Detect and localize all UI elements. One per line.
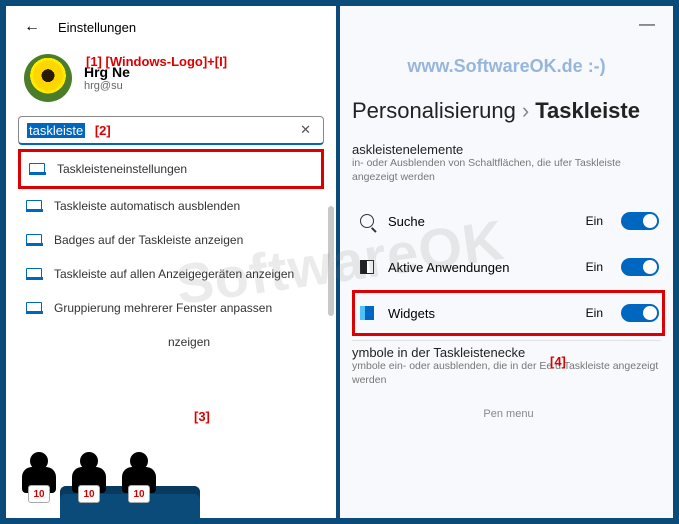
- section-corner-icons: ymbole in der Taskleistenecke ymbole ein…: [340, 345, 673, 393]
- profile-email: hrg@su: [84, 80, 130, 92]
- result-partial[interactable]: nzeigen: [18, 325, 324, 359]
- section-taskbar-items: askleistenelemente in- oder Ausblenden v…: [340, 142, 673, 190]
- breadcrumb: Personalisierung›Taskleiste: [340, 20, 673, 142]
- taskbar-icon: [29, 163, 45, 175]
- avatar: [24, 54, 72, 102]
- result-label: Taskleiste automatisch ausblenden: [54, 199, 240, 213]
- scrollbar[interactable]: [328, 206, 334, 316]
- settings-main: — www.SoftwareOK.de :-) Personalisierung…: [340, 6, 673, 518]
- result-label: Gruppierung mehrerer Fenster anpassen: [54, 301, 272, 315]
- result-grouping[interactable]: Gruppierung mehrerer Fenster anpassen: [18, 291, 324, 325]
- widgets-icon: [358, 304, 376, 322]
- toggle-state: Ein: [586, 214, 603, 228]
- taskbar-icon: [26, 268, 42, 280]
- back-arrow-icon[interactable]: ←: [24, 18, 40, 36]
- result-label: Taskleiste auf allen Anzeigegeräten anze…: [54, 267, 294, 281]
- toggle-switch[interactable]: [621, 304, 659, 322]
- section-title: askleistenelemente: [352, 142, 661, 157]
- annotation-4: [4]: [550, 354, 566, 369]
- result-label: Taskleisteneinstellungen: [57, 162, 187, 176]
- result-label: nzeigen: [168, 335, 210, 349]
- toggle-label: Widgets: [388, 306, 574, 321]
- result-badges[interactable]: Badges auf der Taskleiste anzeigen: [18, 223, 324, 257]
- taskbar-icon: [26, 200, 42, 212]
- toggle-state: Ein: [586, 260, 603, 274]
- annotation-3: [3]: [194, 409, 210, 424]
- toggle-label: Pen menu: [358, 408, 659, 420]
- divider: [352, 340, 661, 341]
- search-icon: [358, 212, 376, 230]
- toggle-label: Suche: [388, 214, 574, 229]
- watermark-url: www.SoftwareOK.de :-): [407, 56, 605, 77]
- breadcrumb-parent[interactable]: Personalisierung: [352, 98, 516, 123]
- result-taskleisteneinstellungen[interactable]: Taskleisteneinstellungen: [18, 149, 324, 189]
- toggle-row-pen: Pen menu: [352, 402, 665, 420]
- annotation-1: [1] [Windows-Logo]+[I]: [86, 54, 227, 69]
- mascot-figures: 10 10 10: [14, 452, 164, 522]
- clear-icon[interactable]: ✕: [296, 122, 315, 138]
- section-desc: in- oder Ausblenden von Schaltflächen, d…: [352, 157, 661, 184]
- section-title: ymbole in der Taskleistenecke: [352, 345, 661, 360]
- taskbar-icon: [26, 234, 42, 246]
- toggle-row-search: Suche Ein: [352, 198, 665, 244]
- result-auto-hide[interactable]: Taskleiste automatisch ausblenden: [18, 189, 324, 223]
- section-desc: ymbole ein- oder ausblenden, die in der …: [352, 360, 661, 387]
- toggle-row-widgets: Widgets Ein: [352, 290, 665, 336]
- toggle-row-apps: Aktive Anwendungen Ein: [352, 244, 665, 290]
- settings-title: Einstellungen: [58, 20, 136, 35]
- toggle-label: Aktive Anwendungen: [388, 260, 574, 275]
- toggle-switch[interactable]: [621, 212, 659, 230]
- toggle-switch[interactable]: [621, 258, 659, 276]
- settings-sidebar: ← Einstellungen [1] [Windows-Logo]+[I] H…: [6, 6, 336, 518]
- taskbar-icon: [26, 302, 42, 314]
- breadcrumb-current: Taskleiste: [535, 98, 640, 123]
- search-results: Taskleisteneinstellungen [3] Taskleiste …: [6, 149, 336, 359]
- minimize-icon[interactable]: —: [639, 16, 655, 34]
- apps-icon: [358, 258, 376, 276]
- search-input[interactable]: taskleiste [2] ✕: [18, 116, 324, 145]
- result-all-displays[interactable]: Taskleiste auf allen Anzeigegeräten anze…: [18, 257, 324, 291]
- toggle-state: Ein: [586, 306, 603, 320]
- annotation-2: [2]: [95, 123, 111, 138]
- result-label: Badges auf der Taskleiste anzeigen: [54, 233, 243, 247]
